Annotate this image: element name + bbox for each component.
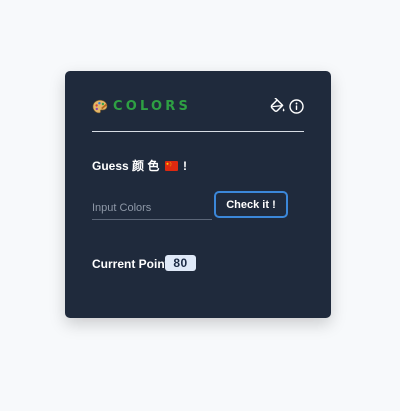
header-divider bbox=[92, 131, 304, 132]
guess-prompt-text: Guess 颜 色 bbox=[92, 159, 160, 173]
guess-prompt: Guess 颜 色 ! bbox=[92, 159, 187, 173]
app-title: COLORS bbox=[113, 99, 192, 114]
color-input[interactable] bbox=[92, 197, 212, 220]
info-icon[interactable] bbox=[289, 99, 304, 114]
check-button[interactable]: Check it ! bbox=[214, 191, 288, 218]
current-point-badge: 80 bbox=[165, 255, 196, 271]
header: COLORS bbox=[92, 98, 304, 118]
game-card: COLORS Guess 颜 色 ! Check it ! Current Po… bbox=[65, 71, 331, 318]
current-point-label: Current Point: bbox=[92, 257, 173, 271]
flag-icon bbox=[164, 161, 178, 171]
palette-icon bbox=[92, 99, 108, 114]
guess-prompt-suffix: ! bbox=[183, 159, 188, 173]
paint-bucket-icon[interactable] bbox=[269, 98, 286, 115]
